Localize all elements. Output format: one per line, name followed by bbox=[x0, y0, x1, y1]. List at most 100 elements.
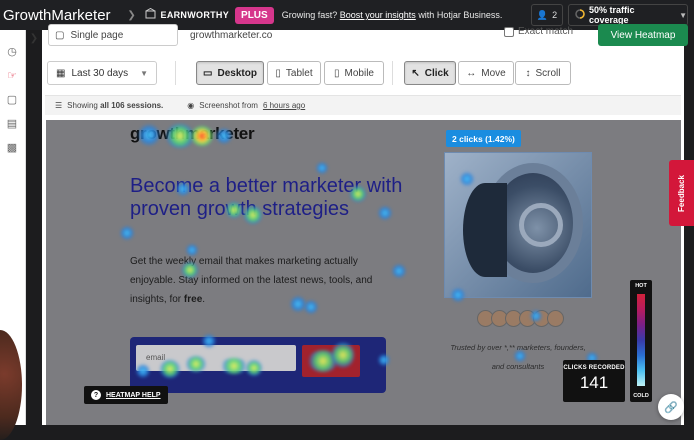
divider bbox=[392, 61, 393, 85]
screenshot-time-link[interactable]: 6 hours ago bbox=[263, 101, 305, 110]
heat-spot bbox=[136, 364, 150, 378]
page-type-select[interactable]: ▢ Single page bbox=[48, 24, 178, 46]
chevron-down-icon: ▼ bbox=[140, 68, 148, 78]
page-type-value: Single page bbox=[70, 29, 124, 41]
site-icon bbox=[145, 7, 156, 22]
device-mobile-button[interactable]: ▯ Mobile bbox=[324, 61, 384, 85]
device-tablet-label: Tablet bbox=[285, 67, 313, 79]
device-desktop-button[interactable]: ▭ Desktop bbox=[196, 61, 264, 85]
heat-legend: HOT COLD bbox=[630, 280, 652, 402]
preview-paragraph-end: . bbox=[202, 294, 206, 305]
promo-lead: Growing fast? bbox=[281, 10, 338, 20]
mode-move-label: Move bbox=[481, 67, 506, 79]
preview-paragraph: Get the weekly email that makes marketin… bbox=[130, 252, 390, 309]
mode-scroll-button[interactable]: ↕ Scroll bbox=[515, 61, 571, 85]
preview-avatar-row bbox=[477, 310, 564, 327]
heat-spot bbox=[166, 124, 194, 148]
date-range-select[interactable]: ▦ Last 30 days ▼ bbox=[47, 61, 157, 85]
session-info-bar: ☰ Showing all 106 sessions. ◉ Screenshot… bbox=[45, 95, 681, 115]
feedback-nav-icon[interactable]: ▤ bbox=[5, 116, 19, 130]
feedback-label: Feedback bbox=[677, 174, 686, 212]
help-icon: ? bbox=[91, 390, 101, 400]
recordings-icon[interactable]: ▢ bbox=[5, 92, 19, 106]
heatmaps-icon[interactable]: ☞ bbox=[5, 68, 19, 82]
avatar bbox=[547, 310, 564, 327]
heat-spot bbox=[316, 162, 328, 174]
heat-spot bbox=[332, 342, 354, 368]
legend-gradient bbox=[637, 294, 645, 386]
preview-paragraph-text: Get the weekly email that makes marketin… bbox=[130, 256, 373, 305]
divider bbox=[175, 61, 176, 85]
users-icon: 👤 bbox=[536, 9, 549, 20]
heat-spot bbox=[226, 202, 242, 218]
clicks-recorded-panel: CLICKS RECORDED 141 bbox=[563, 360, 625, 402]
vault-wheel bbox=[519, 203, 563, 247]
dashboard-icon[interactable]: ◷ bbox=[5, 44, 19, 58]
showing-prefix: Showing bbox=[67, 101, 98, 110]
device-desktop-label: Desktop bbox=[217, 67, 257, 79]
view-heatmap-button[interactable]: View Heatmap bbox=[598, 24, 688, 46]
heat-spot bbox=[451, 288, 465, 302]
screenshot-info: ◉ Screenshot from 6 hours ago bbox=[187, 101, 305, 110]
mode-scroll-label: Scroll bbox=[535, 67, 561, 79]
heat-spot bbox=[191, 126, 213, 146]
move-icon: ↔ bbox=[466, 67, 477, 79]
vault-door bbox=[463, 183, 507, 277]
heat-spot bbox=[530, 310, 542, 322]
scroll-icon: ↕ bbox=[525, 67, 531, 79]
camera-icon: ◉ bbox=[187, 101, 195, 110]
chevron-down-icon: ▼ bbox=[679, 10, 687, 20]
exact-match-option[interactable]: Exact match bbox=[504, 26, 573, 37]
mode-move-button[interactable]: ↔ Move bbox=[458, 61, 514, 85]
analytics-icon[interactable]: ▩ bbox=[5, 140, 19, 154]
mode-click-button[interactable]: ↖ Click bbox=[404, 61, 456, 85]
coverage-pie-icon bbox=[575, 9, 585, 21]
heat-spot bbox=[514, 350, 526, 362]
heat-spot bbox=[182, 262, 198, 278]
heatmap-help-button[interactable]: ? HEATMAP HELP bbox=[84, 386, 168, 404]
site-name[interactable]: EARNWORTHY bbox=[161, 10, 230, 20]
device-mobile-label: Mobile bbox=[344, 67, 374, 79]
heat-spot bbox=[246, 360, 262, 376]
preview-paragraph-bold: free bbox=[183, 294, 203, 305]
url-input[interactable]: growthmarketer.co bbox=[182, 24, 492, 46]
heat-spot bbox=[216, 128, 232, 144]
heat-spot bbox=[304, 300, 318, 314]
mobile-icon: ▯ bbox=[334, 67, 340, 79]
share-link-button[interactable]: 🔗 bbox=[658, 394, 684, 420]
promo-text: Growing fast? Boost your insights with H… bbox=[282, 10, 503, 20]
layers-icon: ☰ bbox=[55, 101, 63, 110]
click-count-tooltip: 2 clicks (1.42%) bbox=[446, 130, 521, 147]
main-panel: ▢ Single page growthmarketer.co Exact ma… bbox=[42, 24, 688, 425]
exact-match-checkbox[interactable] bbox=[504, 26, 514, 37]
clicks-recorded-label: CLICKS RECORDED bbox=[563, 365, 625, 371]
collapse-sidebar-icon[interactable]: ❯ bbox=[26, 30, 42, 46]
date-range-value: Last 30 days bbox=[71, 67, 129, 79]
promo-suffix: with Hotjar Business. bbox=[418, 10, 503, 20]
cursor-icon: ↖ bbox=[411, 67, 420, 79]
device-tablet-button[interactable]: ▯ Tablet bbox=[267, 61, 321, 85]
clicks-recorded-value: 141 bbox=[579, 373, 609, 392]
heat-spot bbox=[160, 360, 180, 378]
heat-spot bbox=[120, 226, 134, 240]
heat-spot bbox=[392, 264, 406, 278]
heat-spot bbox=[202, 334, 216, 348]
users-button[interactable]: 👤 2 bbox=[531, 4, 563, 26]
heat-spot bbox=[378, 354, 390, 366]
app-title: GrowthMarketer bbox=[3, 6, 111, 24]
exact-match-label: Exact match bbox=[518, 26, 574, 37]
feedback-tab[interactable]: Feedback bbox=[669, 160, 694, 226]
plan-badge: PLUS bbox=[235, 6, 274, 24]
heat-spot bbox=[378, 206, 392, 220]
legend-hot-label: HOT bbox=[635, 283, 647, 289]
promo-link[interactable]: Boost your insights bbox=[340, 10, 416, 20]
traffic-coverage-dropdown[interactable]: 50% traffic coverage ▼ bbox=[568, 4, 688, 26]
calendar-icon: ▦ bbox=[56, 67, 66, 79]
heatmap-canvas[interactable]: growthmarketer Become a better marketer … bbox=[46, 120, 681, 425]
coverage-label: 50% traffic coverage bbox=[589, 5, 635, 25]
heat-spot bbox=[350, 186, 366, 202]
heat-spot bbox=[460, 172, 474, 186]
heat-spot bbox=[138, 124, 160, 146]
heat-spot bbox=[244, 206, 262, 224]
legend-cold-label: COLD bbox=[633, 393, 649, 399]
